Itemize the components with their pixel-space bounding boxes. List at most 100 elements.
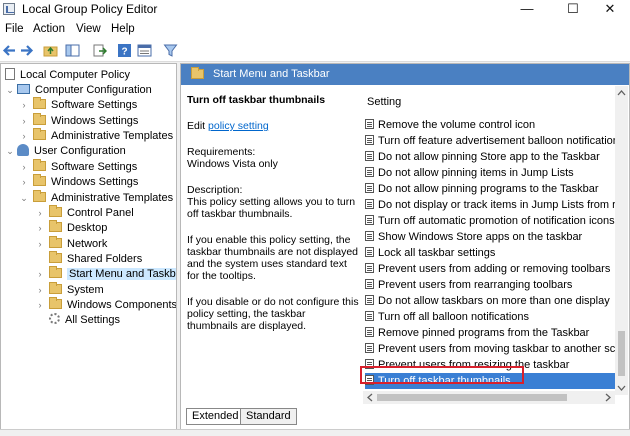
- chevron-right-icon[interactable]: ›: [19, 98, 29, 113]
- folder-icon: [33, 159, 46, 171]
- tree-node-windows-settings[interactable]: › Windows Settings: [19, 113, 138, 129]
- chevron-down-icon[interactable]: ⌄: [19, 191, 29, 206]
- tree-node-shared-folders[interactable]: Shared Folders: [35, 251, 142, 267]
- chevron-down-icon[interactable]: ⌄: [5, 144, 15, 159]
- requirements-label: Requirements:: [187, 146, 256, 158]
- list-item[interactable]: Do not allow pinning items in Jump Lists: [365, 165, 625, 181]
- menu-file[interactable]: File: [5, 23, 24, 35]
- tree-node-windows-settings[interactable]: › Windows Settings: [19, 174, 138, 190]
- close-button[interactable]: ✕: [590, 0, 630, 19]
- list-item[interactable]: Do not allow pinning programs to the Tas…: [365, 181, 625, 197]
- list-item[interactable]: Remove the volume control icon: [365, 117, 625, 133]
- if-disable-text: If you disable or do not configure this …: [187, 296, 359, 332]
- vertical-scrollbar[interactable]: [615, 86, 628, 395]
- tree-node-control-panel[interactable]: › Control Panel: [35, 205, 134, 221]
- list-item[interactable]: Prevent users from rearranging toolbars: [365, 277, 625, 293]
- properties-icon[interactable]: [137, 43, 152, 58]
- chevron-right-icon[interactable]: ›: [35, 221, 45, 236]
- tree-node-local-computer-policy[interactable]: Local Computer Policy: [5, 68, 130, 83]
- title-bar: Local Group Policy Editor — ☐ ✕: [0, 0, 630, 19]
- policy-setting-icon: [365, 327, 374, 337]
- show-hide-tree-icon[interactable]: [65, 43, 80, 58]
- policy-setting-icon: [365, 295, 374, 305]
- requirements-value: Windows Vista only: [187, 158, 278, 170]
- details-header-title: Start Menu and Taskbar: [213, 68, 330, 80]
- group-policy-editor-icon: [3, 3, 15, 15]
- tree-node-network[interactable]: › Network: [35, 236, 107, 252]
- forward-arrow-icon[interactable]: [19, 43, 34, 58]
- list-item[interactable]: Show Windows Store apps on the taskbar: [365, 229, 625, 245]
- policy-setting-icon: [365, 135, 374, 145]
- chevron-right-icon[interactable]: ›: [35, 283, 45, 298]
- policy-document-icon: [5, 68, 15, 80]
- list-item[interactable]: Do not display or track items in Jump Li…: [365, 197, 625, 213]
- tree-node-all-settings[interactable]: All Settings: [35, 313, 120, 328]
- chevron-right-icon[interactable]: ›: [35, 237, 45, 252]
- menu-help[interactable]: Help: [111, 23, 135, 35]
- edit-line: Edit policy setting: [187, 120, 359, 132]
- folder-icon: [49, 220, 62, 232]
- chevron-down-icon[interactable]: ⌄: [5, 83, 15, 98]
- chevron-right-icon[interactable]: ›: [35, 206, 45, 221]
- setting-column-header[interactable]: Setting: [367, 96, 401, 108]
- folder-icon: [49, 251, 62, 263]
- up-folder-icon[interactable]: [43, 43, 58, 58]
- tree-node-computer-configuration[interactable]: ⌄ Computer Configuration: [5, 83, 152, 98]
- list-item[interactable]: Do not allow taskbars on more than one d…: [365, 293, 625, 309]
- list-item[interactable]: Prevent users from adding or removing to…: [365, 261, 625, 277]
- maximize-button[interactable]: ☐: [553, 0, 593, 19]
- folder-icon: [33, 128, 46, 140]
- policy-title: Turn off taskbar thumbnails: [187, 94, 326, 106]
- folder-icon: [33, 113, 46, 125]
- tree-node-start-menu-and-taskbar[interactable]: › Start Menu and Taskbar: [35, 266, 176, 282]
- chevron-right-icon[interactable]: ›: [35, 298, 45, 313]
- minimize-button[interactable]: —: [507, 0, 547, 19]
- list-item[interactable]: Do not allow pinning Store app to the Ta…: [365, 149, 625, 165]
- tree-node-user-configuration[interactable]: ⌄ User Configuration: [5, 144, 126, 159]
- list-item[interactable]: Turn off all balloon notifications: [365, 309, 625, 325]
- tree-node-software-settings[interactable]: › Software Settings: [19, 97, 137, 113]
- policy-setting-icon: [365, 311, 374, 321]
- back-arrow-icon[interactable]: [2, 43, 17, 58]
- tree-node-administrative-templates[interactable]: ⌄ Administrative Templates: [19, 190, 173, 206]
- settings-icon: [49, 313, 60, 324]
- policy-setting-icon: [365, 263, 374, 273]
- list-item[interactable]: Turn off feature advertisement balloon n…: [365, 133, 625, 149]
- settings-list: Setting Remove the volume control icon T…: [363, 87, 625, 409]
- chevron-right-icon[interactable]: ›: [19, 175, 29, 190]
- tree-node-administrative-templates[interactable]: › Administrative Templates: [19, 128, 173, 144]
- list-item[interactable]: Remove pinned programs from the Taskbar: [365, 325, 625, 341]
- menu-view[interactable]: View: [76, 23, 101, 35]
- export-list-icon[interactable]: [92, 43, 107, 58]
- folder-icon: [33, 190, 46, 202]
- chevron-right-icon[interactable]: ›: [19, 129, 29, 144]
- policy-setting-icon: [365, 167, 374, 177]
- help-icon[interactable]: ?: [117, 43, 132, 58]
- tab-standard[interactable]: Standard: [240, 408, 297, 425]
- list-item[interactable]: Prevent users from moving taskbar to ano…: [365, 341, 625, 357]
- tree-node-system[interactable]: › System: [35, 282, 104, 298]
- tree-node-software-settings[interactable]: › Software Settings: [19, 159, 137, 175]
- chevron-right-icon[interactable]: ›: [19, 160, 29, 175]
- chevron-right-icon[interactable]: ›: [19, 114, 29, 129]
- list-item[interactable]: Lock all taskbar settings: [365, 245, 625, 261]
- filter-icon[interactable]: [163, 43, 178, 58]
- navigation-tree: Local Computer Policy ⌄ Computer Configu…: [0, 63, 177, 433]
- if-enable-text: If you enable this policy setting, the t…: [187, 234, 359, 282]
- folder-icon: [191, 67, 204, 79]
- policy-setting-icon: [365, 183, 374, 193]
- folder-icon: [33, 174, 46, 186]
- policy-setting-icon: [365, 279, 374, 289]
- horizontal-scrollbar[interactable]: [363, 391, 615, 404]
- folder-icon: [49, 236, 62, 248]
- menu-action[interactable]: Action: [33, 23, 65, 35]
- policy-description-panel: Turn off taskbar thumbnails Edit policy …: [187, 94, 359, 332]
- description-label: Description:: [187, 184, 243, 196]
- list-item[interactable]: Turn off automatic promotion of notifica…: [365, 213, 625, 229]
- details-header: Start Menu and Taskbar: [181, 64, 629, 85]
- tab-extended[interactable]: Extended: [186, 408, 245, 425]
- tree-node-windows-components[interactable]: › Windows Components: [35, 297, 176, 313]
- edit-policy-setting-link[interactable]: policy setting: [208, 120, 269, 132]
- tree-node-desktop[interactable]: › Desktop: [35, 220, 107, 236]
- chevron-right-icon[interactable]: ›: [35, 267, 45, 282]
